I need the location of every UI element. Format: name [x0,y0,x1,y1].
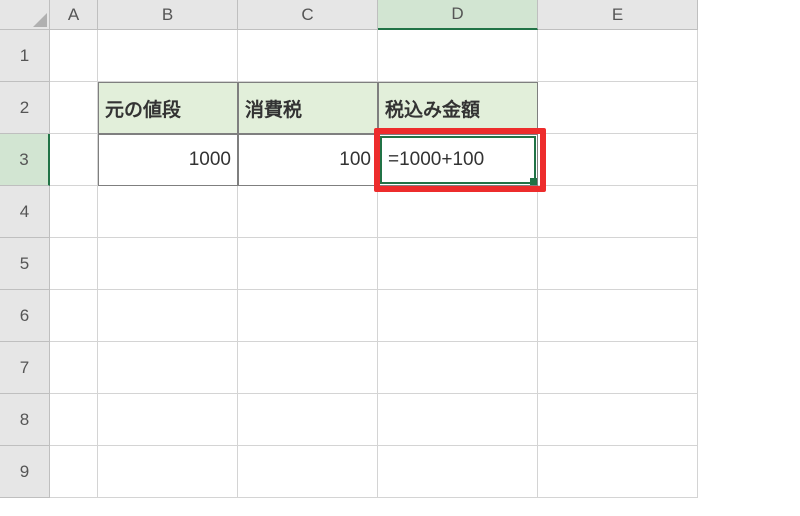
cell-C1[interactable] [238,30,378,82]
cell-B3[interactable]: 1000 [98,134,238,186]
cell-E6[interactable] [538,290,698,342]
cell-E8[interactable] [538,394,698,446]
cell-E7[interactable] [538,342,698,394]
cell-A8[interactable] [50,394,98,446]
cell-C6[interactable] [238,290,378,342]
cell-E1[interactable] [538,30,698,82]
cell-A6[interactable] [50,290,98,342]
cell-C2[interactable]: 消費税 [238,82,378,134]
cell-B6[interactable] [98,290,238,342]
col-header-C[interactable]: C [238,0,378,30]
cell-D9[interactable] [378,446,538,498]
cell-C8[interactable] [238,394,378,446]
col-header-E[interactable]: E [538,0,698,30]
col-header-D[interactable]: D [378,0,538,30]
cell-E5[interactable] [538,238,698,290]
cell-A1[interactable] [50,30,98,82]
cell-B9[interactable] [98,446,238,498]
cell-C7[interactable] [238,342,378,394]
col-header-A[interactable]: A [50,0,98,30]
row-header-2[interactable]: 2 [0,82,50,134]
cell-C4[interactable] [238,186,378,238]
cell-B2[interactable]: 元の値段 [98,82,238,134]
select-all-corner[interactable] [0,0,50,30]
row-header-3[interactable]: 3 [0,134,50,186]
cell-D5[interactable] [378,238,538,290]
cell-A4[interactable] [50,186,98,238]
formula-text: =1000+100 [388,149,484,171]
cell-D7[interactable] [378,342,538,394]
cell-A5[interactable] [50,238,98,290]
cell-E2[interactable] [538,82,698,134]
row-header-9[interactable]: 9 [0,446,50,498]
cell-A9[interactable] [50,446,98,498]
cell-D8[interactable] [378,394,538,446]
cell-C5[interactable] [238,238,378,290]
cell-B1[interactable] [98,30,238,82]
row-header-1[interactable]: 1 [0,30,50,82]
cell-B7[interactable] [98,342,238,394]
row-header-7[interactable]: 7 [0,342,50,394]
cell-A2[interactable] [50,82,98,134]
cell-B4[interactable] [98,186,238,238]
col-header-B[interactable]: B [98,0,238,30]
cell-D2[interactable]: 税込み金額 [378,82,538,134]
cell-D4[interactable] [378,186,538,238]
cell-A3[interactable] [50,134,98,186]
row-header-4[interactable]: 4 [0,186,50,238]
cell-B8[interactable] [98,394,238,446]
active-cell-editor[interactable]: =1000+100 [380,136,536,184]
cell-E3[interactable] [538,134,698,186]
cell-C9[interactable] [238,446,378,498]
row-header-5[interactable]: 5 [0,238,50,290]
row-header-6[interactable]: 6 [0,290,50,342]
cell-E9[interactable] [538,446,698,498]
cell-D1[interactable] [378,30,538,82]
cell-E4[interactable] [538,186,698,238]
spreadsheet-grid[interactable]: A B C D E 1 2 元の値段 消費税 税込み金額 3 1000 100 … [0,0,800,498]
cell-C3[interactable]: 100 [238,134,378,186]
cell-B5[interactable] [98,238,238,290]
row-header-8[interactable]: 8 [0,394,50,446]
cell-D6[interactable] [378,290,538,342]
cell-A7[interactable] [50,342,98,394]
